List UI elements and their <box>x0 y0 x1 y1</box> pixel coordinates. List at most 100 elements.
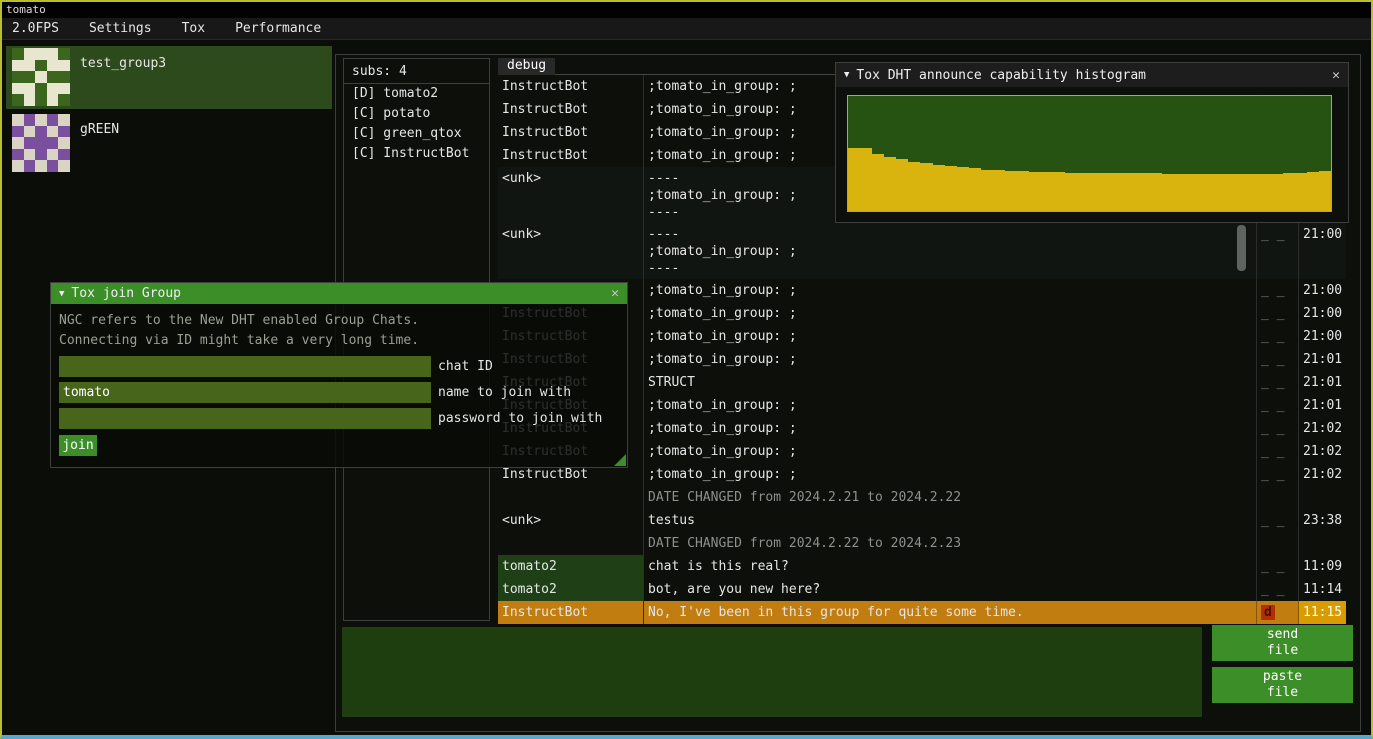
join-group-window-title: Tox join Group <box>71 286 181 301</box>
histogram-bar <box>1138 173 1150 211</box>
join-button[interactable]: join <box>59 435 97 456</box>
menu-item-20fps[interactable]: 2.0FPS <box>2 18 69 40</box>
histogram-bar <box>1065 173 1077 211</box>
join-help-line-2: Connecting via ID might take a very long… <box>59 331 619 351</box>
message-text: ;tomato_in_group: ; <box>644 302 1256 325</box>
histogram-bar <box>1319 171 1331 211</box>
group-avatar <box>12 48 70 106</box>
message-delivery-marks: _ _ <box>1256 223 1298 279</box>
message-row[interactable]: DATE CHANGED from 2024.2.22 to 2024.2.23 <box>498 532 1346 555</box>
window-titlebar[interactable]: tomato <box>2 2 1371 18</box>
tab-debug[interactable]: debug <box>498 58 555 75</box>
menu-item-performance[interactable]: Performance <box>225 18 331 40</box>
join-field-label: chat ID <box>438 359 493 374</box>
histogram-bar <box>896 159 908 211</box>
histogram-bar <box>848 148 860 211</box>
window-title: tomato <box>6 3 46 16</box>
histogram-bar <box>1150 173 1162 211</box>
message-sender: tomato2 <box>498 578 644 601</box>
resize-grip[interactable] <box>614 454 626 466</box>
histogram-bar <box>1307 172 1319 211</box>
message-delivery-marks: _ _ <box>1256 325 1298 348</box>
member-item[interactable]: [C] potato <box>344 104 489 124</box>
menu-item-tox[interactable]: Tox <box>172 18 215 40</box>
message-sender: InstructBot <box>498 121 644 144</box>
member-item[interactable]: [C] InstructBot <box>344 144 489 164</box>
join-field-label: password to join with <box>438 411 602 426</box>
message-row[interactable]: <unk> testus _ _ 23:38 <box>498 509 1346 532</box>
group-list-item[interactable]: test_group3 <box>6 46 332 109</box>
join-field-input[interactable] <box>59 408 431 429</box>
message-row[interactable]: DATE CHANGED from 2024.2.21 to 2024.2.22 <box>498 486 1346 509</box>
join-field-row: tomato name to join with <box>59 382 619 403</box>
member-item[interactable]: [C] green_qtox <box>344 124 489 144</box>
message-row[interactable]: tomato2 chat is this real? _ _ 11:09 <box>498 555 1346 578</box>
histogram-bar <box>945 166 957 211</box>
chat-scrollbar[interactable] <box>1237 225 1246 271</box>
histogram-bar <box>1029 172 1041 211</box>
histogram-bar <box>1162 174 1174 211</box>
message-text: bot, are you new here? <box>644 578 1256 601</box>
group-avatar <box>12 114 70 172</box>
histogram-bar <box>884 157 896 211</box>
message-delivery-marks: _ _ <box>1256 394 1298 417</box>
join-help-line-1: NGC refers to the New DHT enabled Group … <box>59 311 619 331</box>
histogram-bar <box>1090 173 1102 211</box>
histogram-bar <box>933 165 945 211</box>
message-sender <box>498 486 644 509</box>
histogram-bar <box>872 154 884 212</box>
message-delivery-marks <box>1256 532 1298 555</box>
group-list-item[interactable]: gREEN <box>6 112 332 175</box>
histogram-bar <box>1271 174 1283 211</box>
histogram-bar <box>1198 174 1210 211</box>
join-group-window-titlebar[interactable]: ▼ Tox join Group ✕ <box>51 283 627 304</box>
message-delivery-marks <box>1256 486 1298 509</box>
collapse-arrow-icon[interactable]: ▼ <box>844 70 849 80</box>
message-time <box>1298 486 1346 509</box>
message-time <box>1298 532 1346 555</box>
message-text: chat is this real? <box>644 555 1256 578</box>
message-text: DATE CHANGED from 2024.2.21 to 2024.2.22 <box>644 486 1256 509</box>
histogram-window-titlebar[interactable]: ▼ Tox DHT announce capability histogram … <box>836 63 1348 87</box>
send-file-button[interactable]: send file <box>1212 625 1353 661</box>
message-row[interactable]: <unk> ---- ;tomato_in_group: ; ---- _ _ … <box>498 223 1346 279</box>
message-row[interactable]: InstructBot No, I've been in this group … <box>498 601 1346 624</box>
message-text: ;tomato_in_group: ; <box>644 394 1256 417</box>
histogram-bar <box>1259 174 1271 211</box>
histogram-bar <box>1126 173 1138 211</box>
join-field-row: chat ID <box>59 356 619 377</box>
delivery-badge: d <box>1261 605 1275 620</box>
histogram-bar <box>957 167 969 211</box>
histogram-bar <box>1041 172 1053 211</box>
message-row[interactable]: tomato2 bot, are you new here? _ _ 11:14 <box>498 578 1346 601</box>
menu-item-settings[interactable]: Settings <box>79 18 162 40</box>
message-text: testus <box>644 509 1256 532</box>
message-sender: InstructBot <box>498 144 644 167</box>
histogram-bar <box>1102 173 1114 211</box>
close-icon[interactable]: ✕ <box>1332 68 1340 83</box>
message-time: 11:09 <box>1298 555 1346 578</box>
message-input[interactable] <box>342 627 1202 717</box>
member-item[interactable]: [D] tomato2 <box>344 84 489 104</box>
histogram-bar <box>1247 174 1259 211</box>
histogram-bar <box>1053 172 1065 211</box>
collapse-arrow-icon[interactable]: ▼ <box>59 289 64 299</box>
histogram-bar <box>969 168 981 211</box>
histogram-bar <box>1017 171 1029 211</box>
histogram-window: ▼ Tox DHT announce capability histogram … <box>835 62 1349 223</box>
join-field-input[interactable] <box>59 356 431 377</box>
histogram-bar <box>1077 173 1089 211</box>
histogram-bar <box>981 170 993 211</box>
message-text: ;tomato_in_group: ; <box>644 463 1256 486</box>
message-text: ;tomato_in_group: ; <box>644 325 1256 348</box>
message-time: 21:00 <box>1298 279 1346 302</box>
close-icon[interactable]: ✕ <box>611 286 619 301</box>
paste-file-button[interactable]: paste file <box>1212 667 1353 703</box>
histogram-bar <box>1222 174 1234 211</box>
menubar-items: 2.0FPS Settings Tox Performance <box>2 18 341 40</box>
histogram-bar <box>1283 173 1295 211</box>
message-text: ---- ;tomato_in_group: ; ---- <box>644 223 1256 279</box>
message-time: 21:02 <box>1298 417 1346 440</box>
join-field-input[interactable]: tomato <box>59 382 431 403</box>
message-delivery-marks: _ _ <box>1256 417 1298 440</box>
